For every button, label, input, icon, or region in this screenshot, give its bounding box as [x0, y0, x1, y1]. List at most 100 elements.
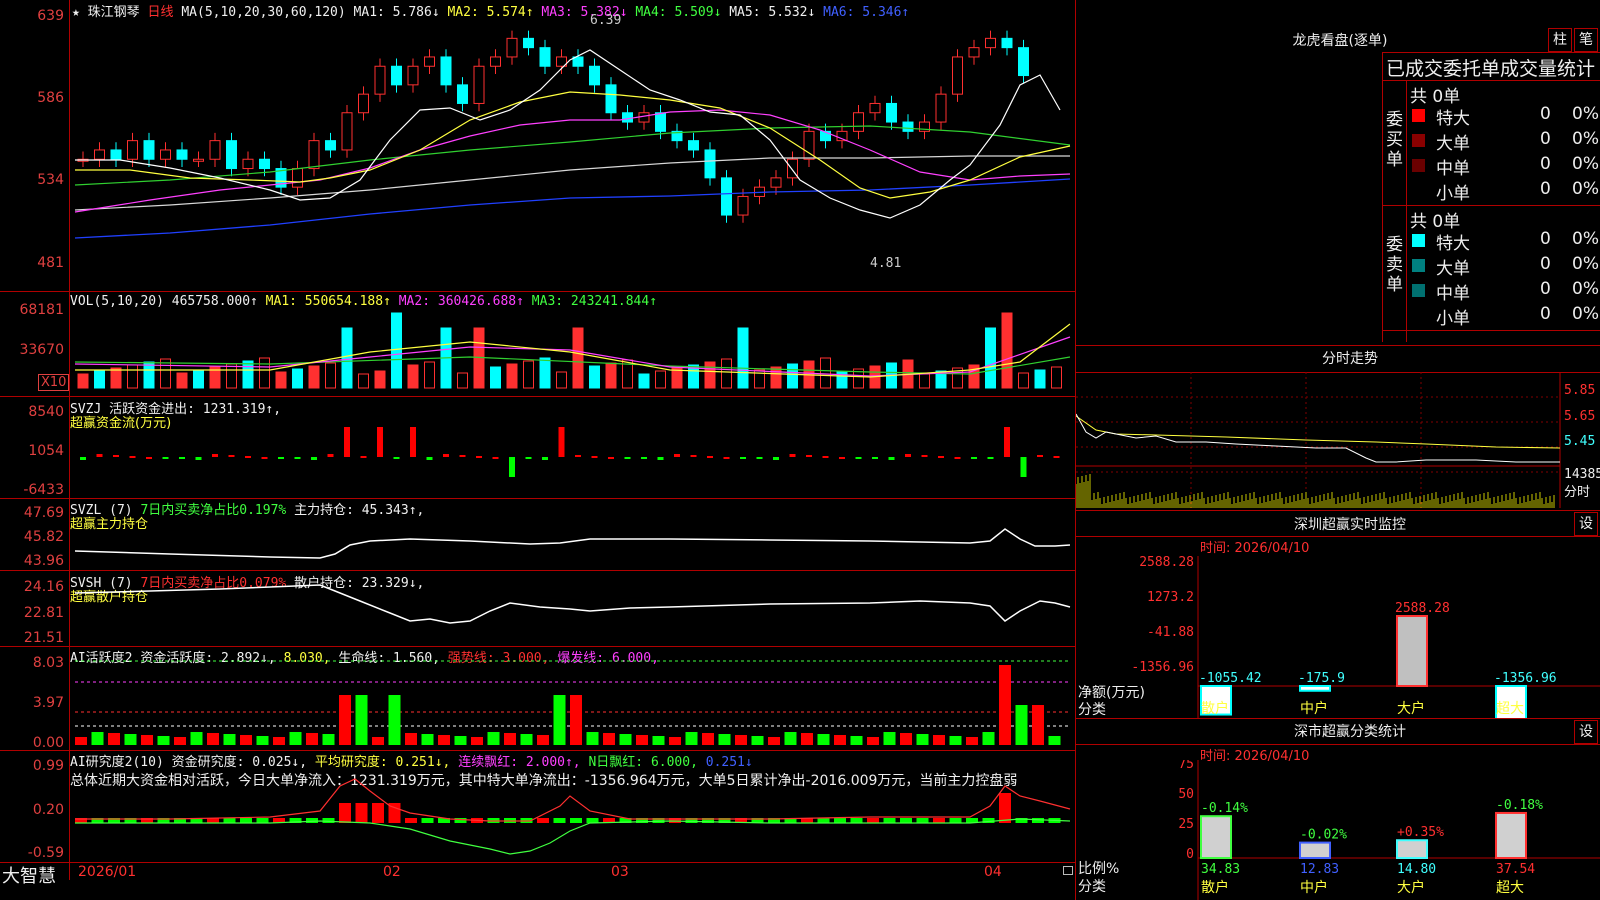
- svsh-chart[interactable]: [70, 571, 1075, 646]
- ai-active-chart[interactable]: [70, 647, 1075, 750]
- kline-candle: [440, 56, 452, 86]
- sz-stats-change: +0.35%: [1397, 825, 1444, 840]
- order-color-swatch: [1412, 184, 1425, 197]
- ai-research-bar: [421, 818, 434, 823]
- volume-bar: [737, 327, 749, 389]
- ai-activity-bar: [603, 733, 615, 745]
- svzj-bar: [872, 457, 878, 459]
- ai-activity-bar: [405, 733, 417, 745]
- order-size-name: 大单: [1436, 134, 1470, 154]
- tick-view-button[interactable]: 笔: [1574, 28, 1598, 52]
- svzj-bar: [113, 455, 119, 457]
- sz-stats-chart[interactable]: -0.14% 34.83 散户 -0.02% 12.83 中户 +0.35% 14.80 大户 -…: [1076, 760, 1600, 900]
- column-view-button[interactable]: 柱: [1548, 28, 1572, 52]
- kline-candle: [490, 56, 501, 67]
- svzj-bar: [822, 456, 829, 458]
- ai-research-bar: [256, 818, 269, 823]
- sz-stats-change: -0.18%: [1496, 798, 1543, 813]
- svzj-chart[interactable]: [70, 397, 1075, 498]
- date-tick: 2026/01: [78, 864, 137, 880]
- kline-candle: [424, 56, 435, 67]
- ai-research-bar: [817, 818, 830, 823]
- order-count: 0: [1540, 254, 1551, 274]
- kline-candle: [622, 112, 633, 123]
- svzj-bar: [723, 457, 730, 459]
- svzj-bar: [426, 457, 433, 460]
- ai-activity-bar: [784, 732, 797, 745]
- svzj-bar: [789, 454, 796, 457]
- vol-unit-badge[interactable]: X10: [38, 374, 70, 391]
- volume-bar: [275, 371, 287, 389]
- low-annotation: 4.81: [870, 256, 901, 271]
- volume-bar: [374, 370, 386, 389]
- buy-orders-label: 委买单: [1386, 110, 1403, 170]
- svzl-chart[interactable]: [70, 499, 1075, 570]
- volume-bar: [787, 363, 798, 389]
- sell-orders-label: 委卖单: [1386, 235, 1403, 295]
- volume-bar: [605, 362, 617, 389]
- ai-research-chart[interactable]: [70, 751, 1075, 862]
- svzl-tick: 45.82: [23, 529, 64, 545]
- ai-activity-bar: [223, 734, 236, 745]
- ai-research-bar: [553, 818, 566, 823]
- kline-chart[interactable]: 6.39 4.81: [70, 0, 1075, 291]
- volume-chart[interactable]: [70, 292, 1075, 396]
- ai-activity-bar: [900, 733, 912, 745]
- intraday-chart[interactable]: 5.85 5.65 5.45 14385 分时: [1076, 372, 1600, 508]
- sz-monitor-category: 中户: [1300, 700, 1328, 717]
- sz-stats-settings-button[interactable]: 设: [1574, 720, 1598, 744]
- svzj-bar: [80, 457, 86, 460]
- volume-bar: [1051, 366, 1062, 389]
- ai-activity-bar: [949, 736, 962, 745]
- volume-bar: [589, 365, 600, 389]
- order-size-name: 中单: [1436, 159, 1470, 179]
- ai-research-bar: [867, 818, 879, 823]
- monitor-divider: [1075, 510, 1600, 511]
- date-tick: 02: [383, 864, 401, 880]
- ai-research-bar: [900, 818, 912, 823]
- ai-research-bar: [883, 818, 896, 823]
- svzj-bar: [756, 457, 763, 459]
- order-color-swatch: [1412, 109, 1425, 122]
- ai-activity-bar: [685, 732, 698, 745]
- svzj-bar: [311, 457, 317, 460]
- kline-candle: [160, 149, 171, 160]
- sz-monitor-settings-button[interactable]: 设: [1574, 512, 1598, 536]
- svzj-bar: [542, 457, 548, 460]
- svzj-bar: [806, 455, 812, 457]
- svzj-bar: [707, 456, 713, 458]
- volume-bar: [259, 357, 270, 389]
- ai-activity-bar: [1048, 736, 1061, 745]
- lock-icon[interactable]: [1063, 866, 1073, 875]
- kline-candle: [985, 37, 996, 49]
- sz-monitor-bar: [1396, 615, 1428, 687]
- kline-candle: [704, 149, 716, 179]
- volume-bar: [1034, 369, 1046, 389]
- svzj-bar: [855, 457, 862, 459]
- sz-monitor-chart[interactable]: -1055.42 散户 -175.9 中户 2588.28 大户 -1356.96 超大 258…: [1076, 556, 1600, 718]
- price-tick: 586: [37, 90, 64, 106]
- order-color-swatch: [1412, 284, 1425, 297]
- order-size-name: 中单: [1436, 284, 1470, 304]
- kline-candle: [721, 177, 732, 216]
- ai-activity-bar: [91, 732, 104, 745]
- intraday-tick: 5.65: [1564, 409, 1595, 424]
- ai-activity-bar: [273, 737, 285, 745]
- volume-bar: [341, 327, 353, 389]
- order-percent: 0%: [1572, 179, 1599, 199]
- order-count: 0: [1540, 229, 1551, 249]
- longhu-divider: [1382, 80, 1600, 81]
- order-percent: 0%: [1572, 154, 1599, 174]
- sz-monitor-time: 时间: 2026/04/10: [1200, 541, 1310, 556]
- ai-activity-bar: [718, 734, 731, 745]
- ai-activity-bar: [619, 734, 632, 745]
- svzj-tick: 1054: [28, 443, 64, 459]
- date-tick: 04: [984, 864, 1002, 880]
- kline-candle: [176, 149, 188, 160]
- kline-candle: [638, 112, 650, 123]
- order-color-swatch: [1412, 259, 1425, 272]
- ai-activity-bar: [322, 734, 335, 745]
- order-percent: 0%: [1572, 229, 1599, 249]
- ai-research-bar: [850, 818, 863, 823]
- ai-activity-bar: [817, 734, 830, 745]
